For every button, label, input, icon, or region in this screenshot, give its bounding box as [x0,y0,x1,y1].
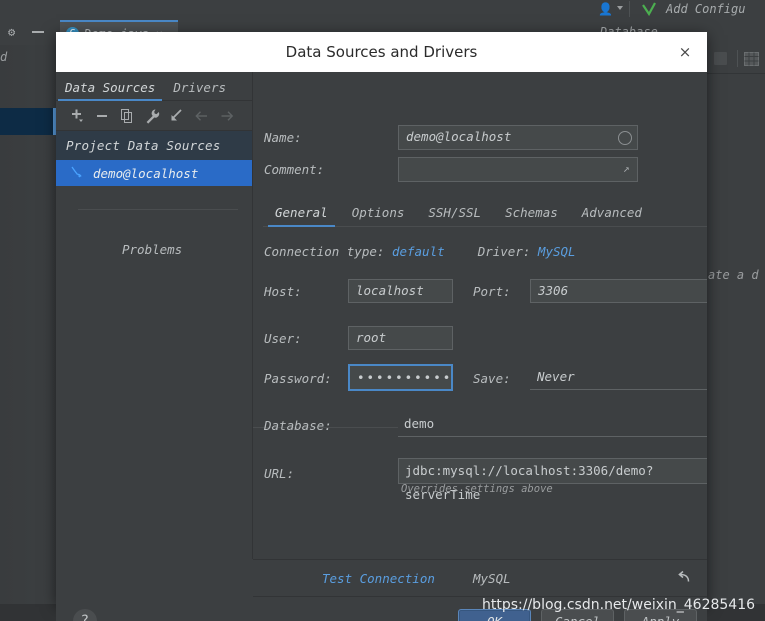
project-tree-text: d [0,50,8,64]
list-item-demo-localhost[interactable]: demo@localhost [56,160,252,186]
name-row: Name: [264,130,302,145]
ide-right-panel [707,19,765,621]
right-toolbar-divider [737,50,738,67]
toolbar-divider [629,1,630,17]
tab-data-sources[interactable]: Data Sources [56,80,164,101]
database-label-wrap: Database: [264,418,332,433]
stop-square-icon[interactable] [714,52,727,65]
connection-settings-panel: Name: demo@localhost Comment: ↗ General … [253,72,707,559]
name-input[interactable]: demo@localhost [398,125,638,150]
password-label: Password: [264,371,332,386]
database-label: Database: [264,418,332,433]
back-button[interactable] [189,105,214,127]
tab-advanced[interactable]: Advanced [570,205,654,226]
host-label-wrap: Host: [264,284,302,299]
port-label: Port: [473,284,511,299]
dialog-body: Data Sources Drivers Project Data Source… [56,72,707,621]
tab-general[interactable]: General [263,205,340,227]
name-label: Name: [264,130,302,145]
run-checkmark-icon[interactable] [640,1,658,18]
screen: 👤 Add Configu ⚙ C Demo.java ✕ Database d… [0,0,765,621]
dialog-title: Data Sources and Drivers [285,43,478,61]
help-button[interactable]: ? [73,609,97,621]
minimize-icon[interactable] [32,31,44,33]
revert-arrow-icon[interactable] [676,569,692,585]
name-status-circle-icon [618,131,632,145]
data-sources-left-panel: Data Sources Drivers Project Data Source… [56,72,260,559]
connection-type-row: Connection type: default Driver: MySQL [264,244,576,259]
url-label: URL: [264,466,295,481]
user-label-wrap: User: [264,331,302,346]
import-arrow-button[interactable] [164,105,189,127]
left-panel-divider [78,209,238,210]
gear-icon[interactable]: ⚙ [8,26,21,39]
add-configuration-label[interactable]: Add Configu [666,2,745,16]
driver-value[interactable]: MySQL [538,244,576,259]
table-grid-icon[interactable] [744,51,759,66]
database-input[interactable]: demo [398,413,707,437]
url-label-wrap: URL: [264,466,294,481]
problems-node-label[interactable]: Problems [122,242,182,257]
chevron-down-icon[interactable] [617,6,623,10]
properties-wrench-button[interactable] [139,105,164,127]
remove-button[interactable] [89,105,114,127]
tab-schemas[interactable]: Schemas [493,205,570,226]
mysql-dolphin-icon [70,164,84,183]
tab-drivers[interactable]: Drivers [164,80,235,100]
footer-driver-label[interactable]: MySQL [473,571,511,586]
url-input[interactable]: jdbc:mysql://localhost:3306/demo?serverT… [398,458,707,502]
port-label-wrap: Port: [473,284,511,299]
password-label-wrap: Password: [264,371,332,386]
test-connection-link[interactable]: Test Connection [322,571,435,586]
save-label-wrap: Save: [473,371,511,386]
connection-type-label: Connection type: [264,244,385,259]
save-password-dropdown[interactable]: Never [530,366,707,390]
left-panel-tabs: Data Sources Drivers [56,72,252,101]
driver-label: Driver: [477,244,531,259]
tab-ssh-ssl[interactable]: SSH/SSL [416,205,493,226]
editor-background-text: ate a d [708,268,759,282]
left-panel-toolbar [56,101,260,131]
host-label: Host: [264,284,302,299]
add-button[interactable] [64,105,89,127]
expand-arrow-icon[interactable]: ↗ [623,163,635,175]
list-item-label: demo@localhost [93,165,199,181]
group-header-project-data-sources[interactable]: Project Data Sources [56,131,252,160]
profile-icon[interactable]: 👤 [598,1,614,17]
comment-row: Comment: [264,162,324,177]
watermark-text: https://blog.csdn.net/weixin_46285416 [482,597,756,613]
settings-tabs: General Options SSH/SSL Schemas Advanced [263,200,707,227]
comment-input[interactable] [398,157,638,182]
close-icon[interactable]: × [676,43,694,61]
dialog-title-bar: Data Sources and Drivers × [56,32,707,72]
save-label: Save: [473,371,511,386]
user-label: User: [264,331,302,346]
user-input[interactable]: root [348,326,453,350]
tab-options[interactable]: Options [340,205,417,226]
duplicate-button[interactable] [114,105,139,127]
forward-button[interactable] [214,105,239,127]
url-hint-label: Overrides settings above [401,483,553,495]
password-input[interactable]: •••••••••• [348,364,453,391]
project-tree-selected-row[interactable] [0,108,53,135]
connection-type-value[interactable]: default [392,244,445,259]
test-connection-bar: Test Connection MySQL [253,559,707,597]
data-sources-dialog: Data Sources and Drivers × Data Sources … [56,32,707,621]
host-input[interactable]: localhost [348,279,453,303]
comment-label: Comment: [264,162,325,177]
port-input[interactable]: 3306 [530,279,707,303]
